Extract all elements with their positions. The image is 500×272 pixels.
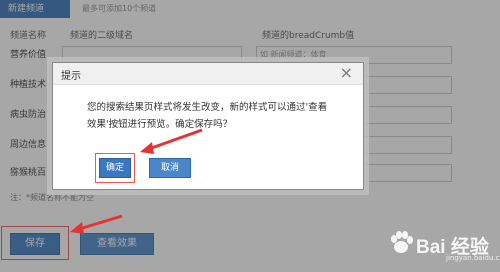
- paw-logo-icon: [391, 231, 413, 253]
- dialog-title: 提示: [61, 71, 81, 82]
- cancel-button[interactable]: 取消: [149, 158, 191, 178]
- baidu-jingyan-watermark: Bai 经验 jingyan.baidu.com: [388, 226, 500, 266]
- watermark-url: jingyan.baidu.com: [446, 254, 500, 262]
- dialog-header: 提示 ×: [53, 63, 363, 85]
- ok-button[interactable]: 确定: [99, 158, 131, 178]
- confirm-dialog: 提示 × 您的搜索结果页样式将发生改变，新的样式可以通过'查看效果'按钮进行预览…: [52, 62, 364, 190]
- close-icon[interactable]: ×: [340, 64, 353, 82]
- dialog-message: 您的搜索结果页样式将发生改变，新的样式可以通过'查看效果'按钮进行预览。确定保存…: [87, 102, 328, 130]
